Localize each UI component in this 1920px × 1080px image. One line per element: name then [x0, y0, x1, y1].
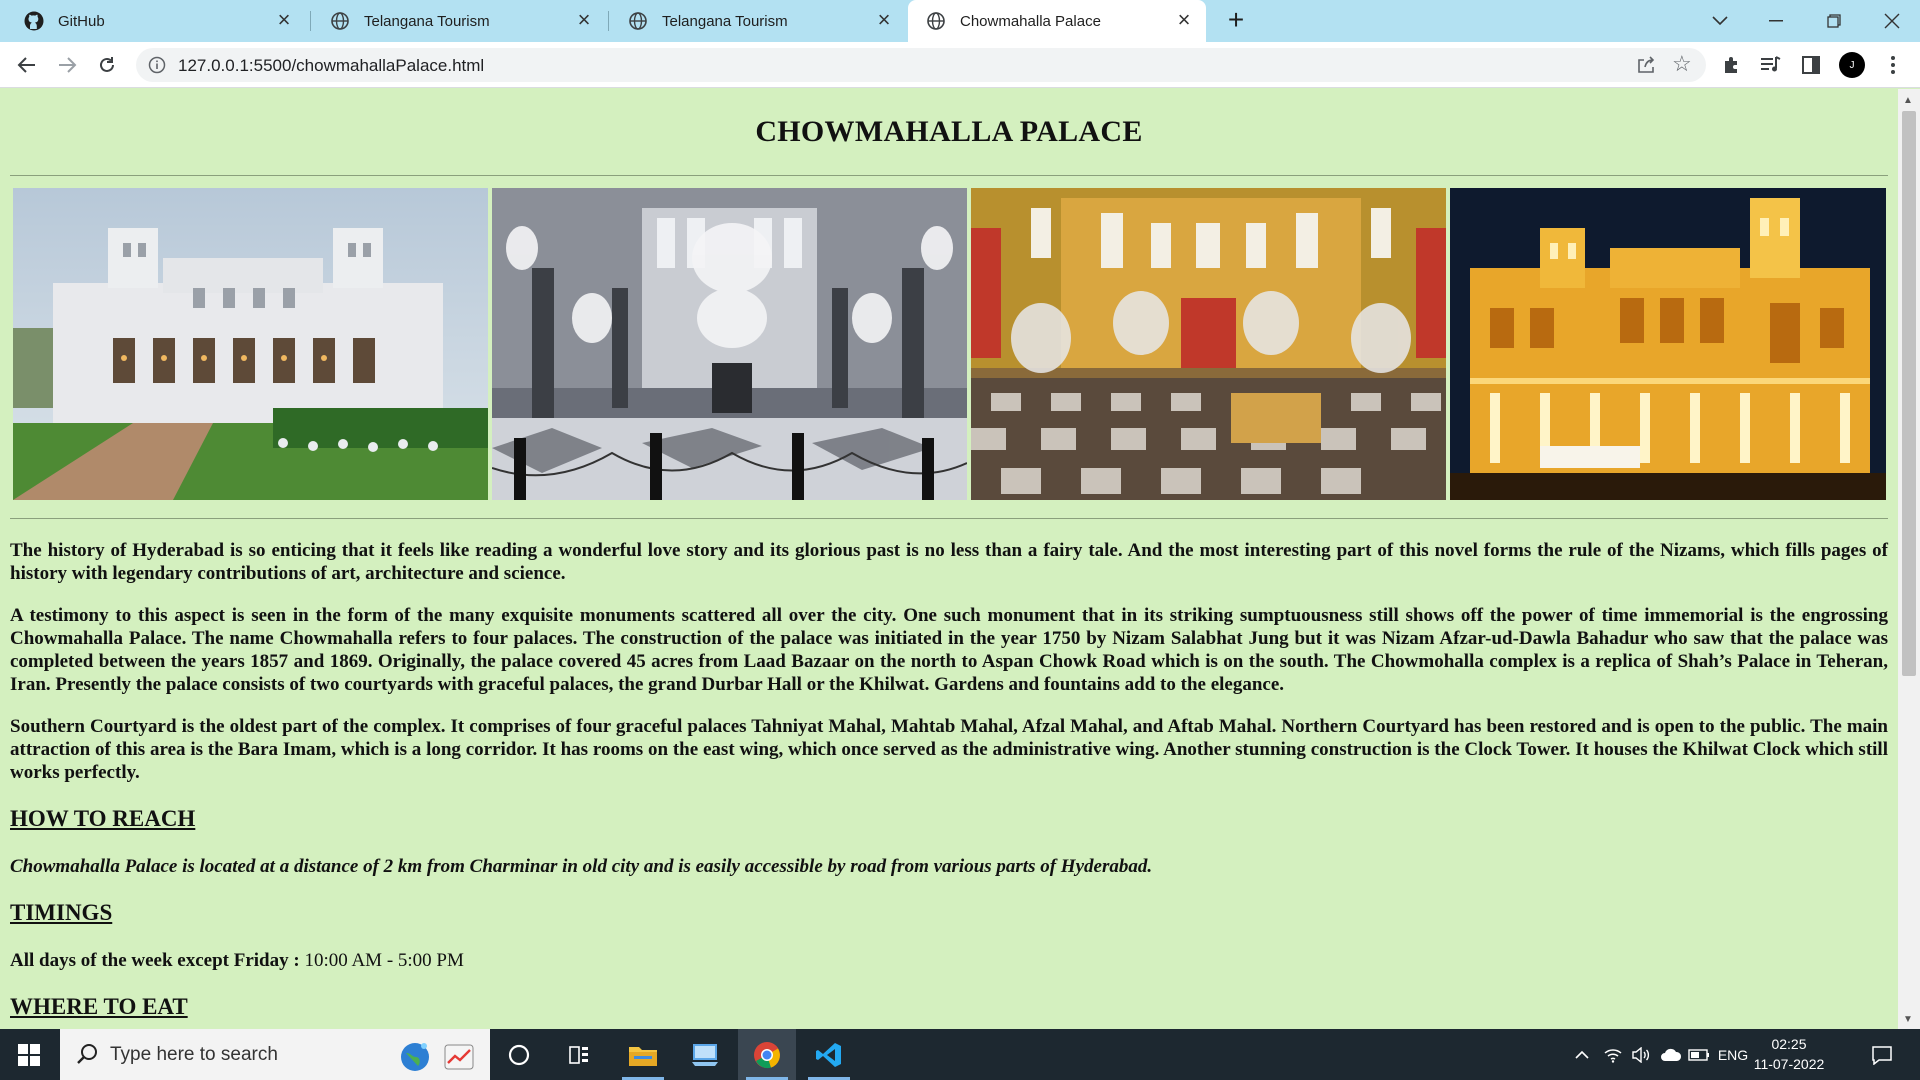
- image-gallery: [13, 188, 1888, 500]
- share-icon[interactable]: [1636, 55, 1656, 75]
- palace-hall-interior-image: [971, 188, 1446, 500]
- how-to-reach-heading: HOW TO REACH: [10, 806, 196, 831]
- media-control-icon[interactable]: [1758, 52, 1784, 78]
- address-bar[interactable]: 127.0.0.1:5500/chowmahallaPalace.html ☆: [136, 48, 1706, 82]
- tab-divider: [310, 11, 311, 31]
- clock-time: 02:25: [1771, 1036, 1807, 1052]
- tab-telangana-tourism-2[interactable]: Telangana Tourism ×: [610, 0, 906, 42]
- computer-icon[interactable]: [676, 1029, 734, 1080]
- close-icon[interactable]: ×: [574, 9, 594, 31]
- task-view-icon[interactable]: [550, 1029, 608, 1080]
- globe-decoration-icon: [398, 1039, 432, 1073]
- globe-icon: [330, 11, 350, 31]
- globe-icon: [628, 11, 648, 31]
- close-icon[interactable]: ×: [1174, 9, 1194, 31]
- divider: [10, 518, 1888, 519]
- timings-value: 10:00 AM - 5:00 PM: [304, 950, 464, 971]
- reload-icon[interactable]: [92, 50, 122, 80]
- tab-title: GitHub: [58, 12, 105, 30]
- taskbar-clock[interactable]: 02:25 11-07-2022: [1752, 1034, 1826, 1074]
- tab-title: Telangana Tourism: [662, 12, 788, 30]
- where-to-eat-heading: WHERE TO EAT: [10, 994, 188, 1019]
- palace-exterior-day-image: [13, 188, 488, 500]
- close-icon[interactable]: ×: [874, 9, 894, 31]
- scrollbar-thumb[interactable]: [1902, 111, 1916, 676]
- github-icon: [24, 11, 44, 31]
- chart-decoration-icon: [442, 1039, 476, 1073]
- extensions-icon[interactable]: [1718, 52, 1744, 78]
- close-icon[interactable]: ×: [274, 9, 294, 31]
- volume-icon[interactable]: [1628, 1029, 1654, 1080]
- file-explorer-icon[interactable]: [614, 1029, 672, 1080]
- browser-toolbar: 127.0.0.1:5500/chowmahallaPalace.html ☆ …: [0, 42, 1920, 88]
- site-info-icon[interactable]: [148, 56, 166, 74]
- vscode-icon[interactable]: [800, 1029, 858, 1080]
- palace-illuminated-night-image: [1450, 188, 1886, 500]
- divider: [10, 175, 1888, 176]
- onedrive-cloud-icon[interactable]: [1658, 1029, 1684, 1080]
- palace-durbar-hall-image: [492, 188, 967, 500]
- page-content: CHOWMAHALLA PALACE The history of Hydera…: [0, 89, 1898, 1029]
- notification-center-icon[interactable]: [1862, 1029, 1902, 1080]
- close-window-icon[interactable]: [1864, 0, 1920, 42]
- tab-title: Telangana Tourism: [364, 12, 490, 30]
- menu-kebab-icon[interactable]: [1880, 52, 1906, 78]
- history-paragraph: The history of Hyderabad is so enticing …: [10, 540, 1888, 584]
- scroll-up-icon[interactable]: ▲: [1903, 95, 1913, 106]
- timings-text: All days of the week except Friday : 10:…: [10, 950, 1888, 972]
- search-placeholder: Type here to search: [110, 1044, 278, 1065]
- new-tab-button[interactable]: +: [1222, 6, 1250, 35]
- page-scrollbar[interactable]: ▲ ▼: [1898, 89, 1920, 1029]
- side-panel-icon[interactable]: [1798, 52, 1824, 78]
- forward-icon[interactable]: [52, 50, 82, 80]
- globe-icon: [926, 11, 946, 31]
- page-title: CHOWMAHALLA PALACE: [755, 115, 1143, 148]
- avatar-letter: J: [1849, 59, 1855, 71]
- tab-chowmahalla-palace[interactable]: Chowmahalla Palace ×: [908, 0, 1206, 42]
- profile-avatar[interactable]: J: [1839, 52, 1865, 78]
- input-language[interactable]: ENG: [1716, 1029, 1750, 1080]
- wifi-icon[interactable]: [1600, 1029, 1626, 1080]
- url-text: 127.0.0.1:5500/chowmahallaPalace.html: [178, 56, 485, 75]
- browser-tab-strip: GitHub × Telangana Tourism × Telangana T…: [0, 0, 1920, 42]
- search-icon: [76, 1043, 100, 1067]
- chrome-icon[interactable]: [738, 1029, 796, 1080]
- cortana-icon[interactable]: [490, 1029, 548, 1080]
- testimony-paragraph: A testimony to this aspect is seen in th…: [10, 605, 1888, 695]
- timings-label: All days of the week except Friday :: [10, 950, 300, 971]
- windows-start-icon[interactable]: [0, 1029, 58, 1080]
- windows-taskbar: Type here to search ENG 02:25 11-07-2022: [0, 1029, 1920, 1080]
- clock-date: 11-07-2022: [1753, 1056, 1825, 1072]
- tab-title: Chowmahalla Palace: [960, 12, 1101, 30]
- minimize-icon[interactable]: [1748, 0, 1804, 42]
- restore-icon[interactable]: [1806, 0, 1862, 42]
- taskbar-search-box[interactable]: Type here to search: [60, 1029, 490, 1080]
- how-to-reach-text: Chowmahalla Palace is located at a dista…: [10, 856, 1153, 877]
- courtyard-paragraph: Southern Courtyard is the oldest part of…: [10, 716, 1888, 783]
- battery-icon[interactable]: [1686, 1029, 1712, 1080]
- tab-search-chevron-icon[interactable]: [1692, 0, 1748, 42]
- tab-telangana-tourism-1[interactable]: Telangana Tourism ×: [312, 0, 606, 42]
- tab-divider: [608, 11, 609, 31]
- scroll-down-icon[interactable]: ▼: [1903, 1014, 1913, 1025]
- tab-github[interactable]: GitHub ×: [6, 0, 306, 42]
- back-icon[interactable]: [12, 50, 42, 80]
- show-hidden-icons-chevron-icon[interactable]: [1570, 1029, 1594, 1080]
- timings-heading: TIMINGS: [10, 900, 113, 925]
- bookmark-star-icon[interactable]: ☆: [1672, 53, 1694, 75]
